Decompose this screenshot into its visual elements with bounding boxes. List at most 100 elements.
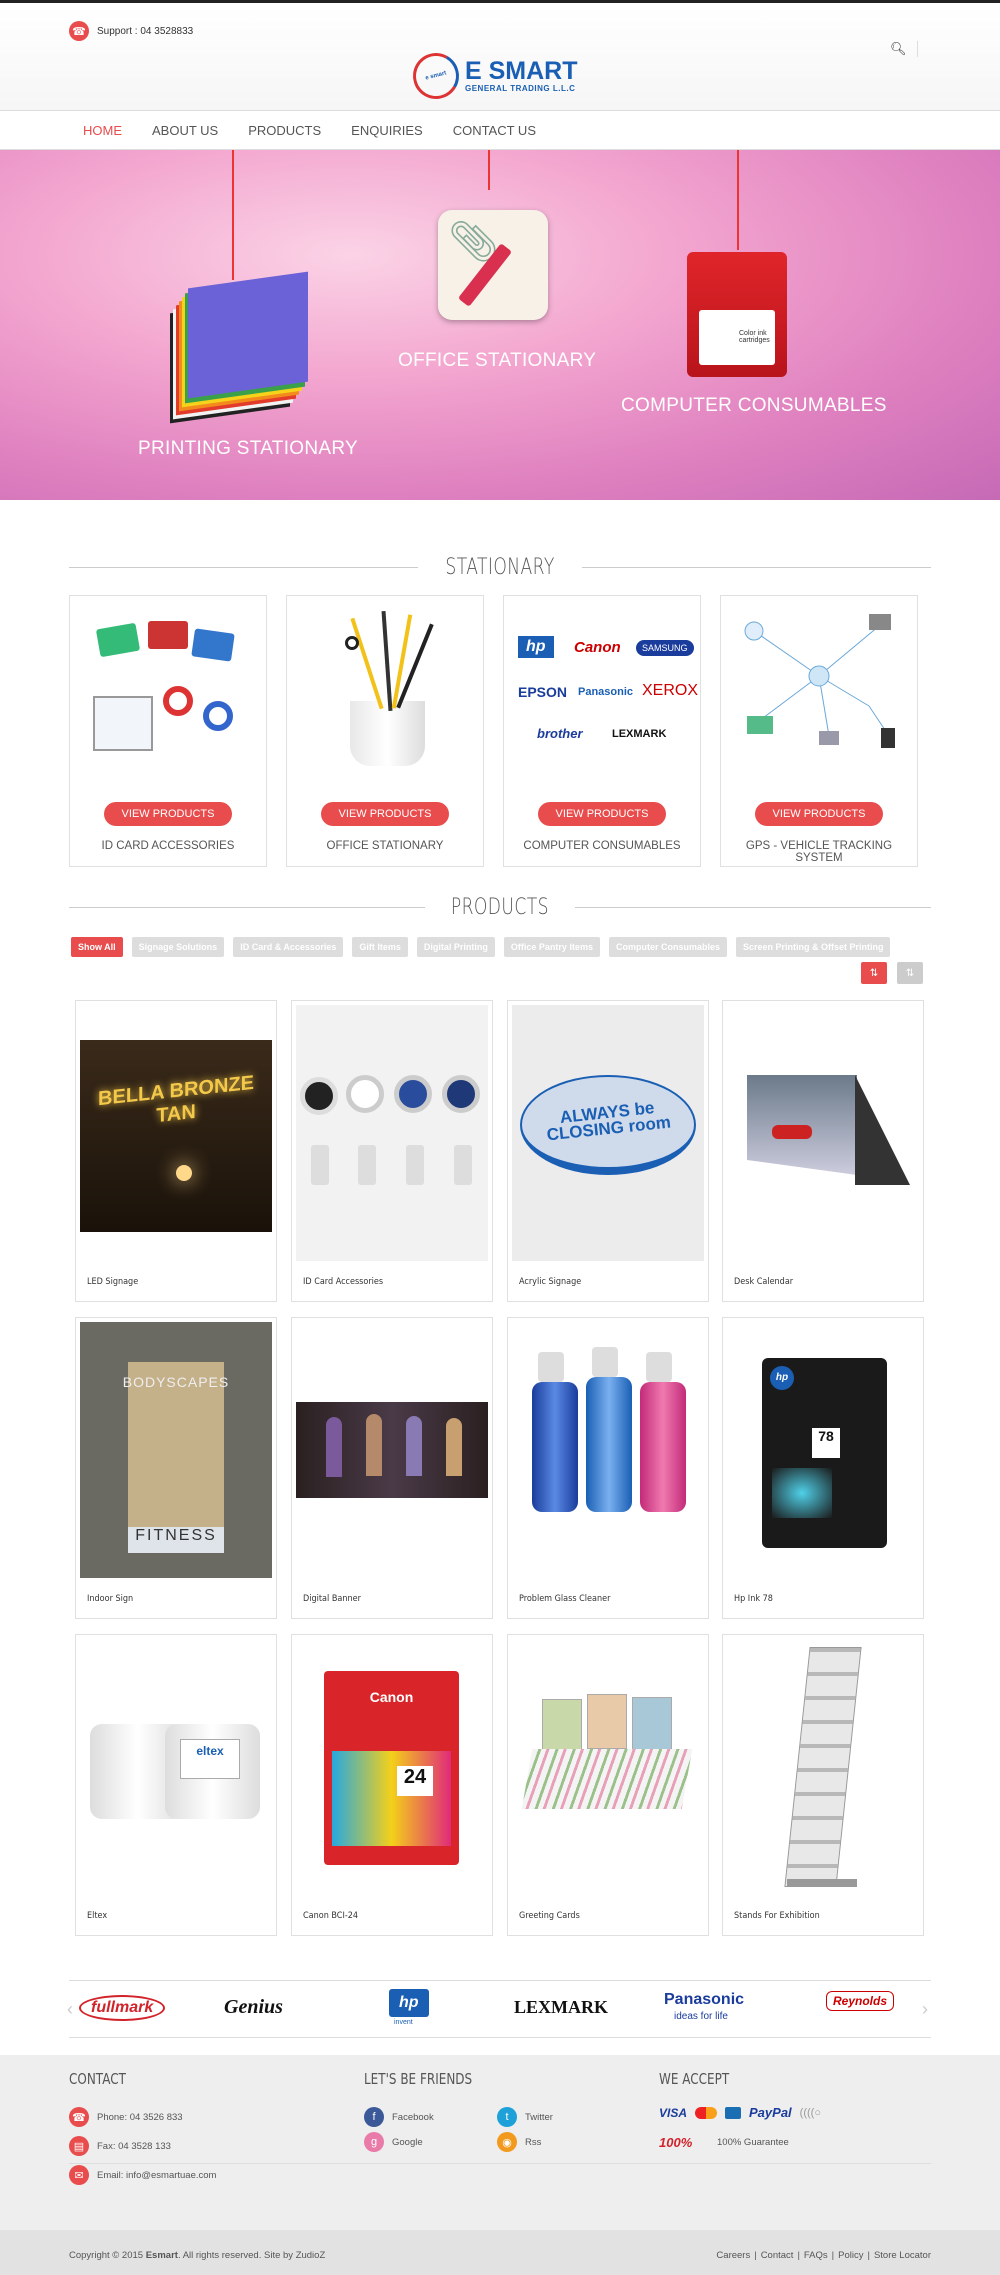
nav-home[interactable]: HOME [83,123,122,138]
twitter-link[interactable]: t Twitter [497,2107,553,2127]
view-products-button[interactable]: VIEW PRODUCTS [104,802,232,826]
product-card[interactable]: BODYSCAPES FITNESS Indoor Sign [75,1317,277,1619]
product-card[interactable]: Desk Calendar [722,1000,924,1302]
product-name: Digital Banner [303,1594,361,1604]
brand-carousel: ‹ fullmark Genius hp invent LEXMARK Pana… [67,1980,931,2038]
product-image [296,1322,488,1578]
product-image: Canon 24 [296,1639,488,1895]
product-card[interactable]: Stands For Exhibition [722,1634,924,1936]
product-name: Acrylic Signage [519,1277,582,1287]
footer-links: Careers | Contact | FAQs | Policy | Store Lo… [716,2250,931,2261]
category-card[interactable]: VIEW PRODUCTS OFFICE STATIONARY [286,595,484,867]
hero-caption-printing: PRINTING STATIONARY [138,438,358,459]
footer-link-careers[interactable]: Careers [716,2250,750,2261]
product-card[interactable]: ID Card Accessories [291,1000,493,1302]
product-image: BODYSCAPES FITNESS [80,1322,272,1578]
nav-contact-us[interactable]: CONTACT US [453,123,536,138]
footer-link-faqs[interactable]: FAQs [804,2250,828,2261]
rss-link[interactable]: ◉ Rss [497,2132,541,2152]
product-name: ID Card Accessories [303,1277,384,1287]
product-filters: Show All Signage Solutions ID Card & Acc… [71,937,891,957]
logo-subtitle: GENERAL TRADING L.L.C [465,84,576,93]
view-products-button[interactable]: VIEW PRODUCTS [321,802,449,826]
filter-signage[interactable]: Signage Solutions [131,937,225,957]
product-card[interactable]: Digital Banner [291,1317,493,1619]
nav-enquiries[interactable]: ENQUIRIES [351,123,423,138]
nav-about-us[interactable]: ABOUT US [152,123,218,138]
copyright-text: Copyright © 2015 Esmart. All rights rese… [69,2250,326,2261]
sort-descending-icon[interactable]: ⇅ [897,962,923,984]
category-name: ID CARD ACCESSORIES [101,840,235,852]
site-logo[interactable]: e smart E SMART GENERAL TRADING L.L.C [407,47,578,105]
copyright-author[interactable]: ZudioZ [296,2250,326,2261]
search-icon[interactable]: 🔍︎ [890,41,918,57]
contactless-icon: ((((○ [799,2106,821,2119]
footer-link-store-locator[interactable]: Store Locator [874,2250,931,2261]
brand-logo-reynolds[interactable]: Reynolds [826,1991,895,2011]
logo-emblem: e smart [407,47,465,105]
product-card[interactable]: Greeting Cards [507,1634,709,1936]
filter-screen-printing[interactable]: Screen Printing & Offset Printing [735,937,891,957]
view-products-button[interactable]: VIEW PRODUCTS [538,802,666,826]
category-card[interactable]: VIEW PRODUCTS GPS - VEHICLE TRACKING SYS… [720,595,918,867]
phone-icon: ☎ [69,21,89,41]
product-name: Hp Ink 78 [734,1594,773,1604]
product-card[interactable]: Problem Glass Cleaner [507,1317,709,1619]
category-name: COMPUTER CONSUMABLES [523,840,681,852]
category-card[interactable]: hp Canon SAMSUNG EPSON Panasonic XEROX b… [503,595,701,867]
product-card[interactable]: BELLA BRONZE TAN LED Signage [75,1000,277,1302]
category-name: GPS - VEHICLE TRACKING SYSTEM [745,840,893,864]
brand-logo-lexmark[interactable]: LEXMARK [514,1997,608,2018]
product-image [512,1639,704,1895]
footer-link-policy[interactable]: Policy [838,2250,863,2261]
filter-gift-items[interactable]: Gift Items [352,937,408,957]
brand-logo-panasonic[interactable]: Panasonic [664,1991,744,2009]
twitter-icon: t [497,2107,517,2127]
brand-logo-genius[interactable]: Genius [224,1996,283,2019]
product-card[interactable]: eltex Eltex [75,1634,277,1936]
carousel-prev-icon[interactable]: ‹ [67,1999,73,2020]
brand-logo-hp[interactable]: hp [389,1989,429,2017]
facebook-link[interactable]: f Facebook [364,2107,434,2127]
footer-link-contact[interactable]: Contact [761,2250,794,2261]
support-info: ☎ Support : 04 3528833 [69,21,193,41]
product-image: eltex [80,1639,272,1895]
copyright-brand[interactable]: Esmart [146,2250,178,2261]
product-name: Problem Glass Cleaner [519,1594,611,1604]
filter-computer-consumables[interactable]: Computer Consumables [608,937,727,957]
filter-digital-printing[interactable]: Digital Printing [416,937,495,957]
section-title: STATIONARY [445,554,555,580]
payment-icons: VISA PayPal ((((○ [659,2105,821,2120]
hanging-wire [232,150,234,280]
product-card[interactable]: hp 78 Hp Ink 78 [722,1317,924,1619]
copyright-bar: Copyright © 2015 Esmart. All rights rese… [0,2230,1000,2275]
footer-email[interactable]: ✉ Email: info@esmartuae.com [69,2165,216,2185]
sort-ascending-icon[interactable]: ⇅ [861,962,887,984]
product-card[interactable]: Canon 24 Canon BCI-24 [291,1634,493,1936]
product-image: ALWAYS be CLOSING room [512,1005,704,1261]
google-link[interactable]: g Google [364,2132,423,2152]
email-icon: ✉ [69,2165,89,2185]
gps-diagram-image [729,606,909,766]
product-name: Indoor Sign [87,1594,134,1604]
view-products-button[interactable]: VIEW PRODUCTS [755,802,883,826]
filter-office-pantry[interactable]: Office Pantry Items [503,937,600,957]
category-card[interactable]: VIEW PRODUCTS ID CARD ACCESSORIES [69,595,267,867]
brand-logo-fullmark[interactable]: fullmark [79,1995,166,2021]
brand-logos-image: hp Canon SAMSUNG EPSON Panasonic XEROX b… [518,636,699,741]
guarantee-info: 100% 100% Guarantee [659,2135,789,2150]
paperclip-pencil-image: 📎︎ [438,210,548,320]
nav-products[interactable]: PRODUCTS [248,123,321,138]
footer-fax: ▤ Fax: 04 3528 133 [69,2136,171,2156]
top-header: ☎ Support : 04 3528833 e smart E SMART G… [0,0,1000,110]
filter-show-all[interactable]: Show All [71,937,123,957]
carousel-next-icon[interactable]: › [922,1999,928,2020]
hero-banner[interactable]: 📎︎ Color ink cartridges PRINTING STATION… [0,150,1000,500]
filter-id-card[interactable]: ID Card & Accessories [233,937,344,957]
hero-caption-computer: COMPUTER CONSUMABLES [621,395,887,416]
product-image [727,1005,919,1261]
brand-logo-hp-tagline: invent [394,2019,413,2026]
stationary-heading: STATIONARY [69,552,932,582]
phone-icon: ☎ [69,2107,89,2127]
product-card[interactable]: ALWAYS be CLOSING room Acrylic Signage [507,1000,709,1302]
